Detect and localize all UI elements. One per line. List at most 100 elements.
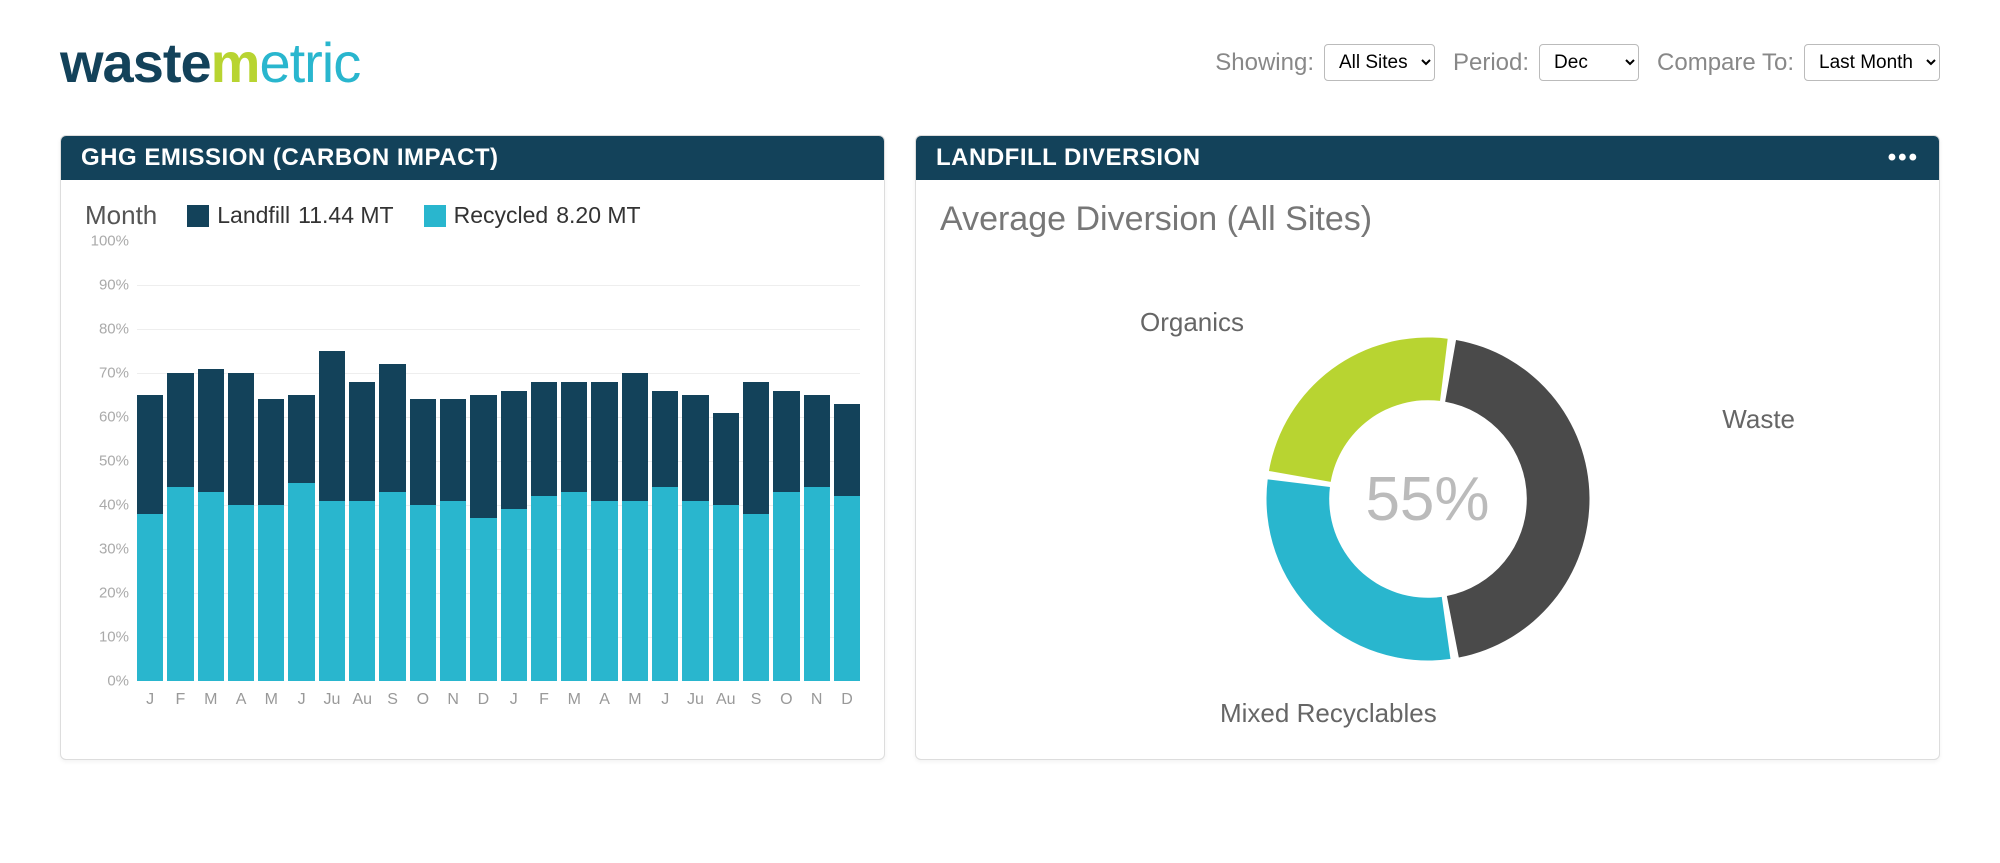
panel-diversion-body: Average Diversion (All Sites) 55% Organi… (916, 180, 1939, 759)
panel-ghg-body: Month Landfill 11.44 MT Recycled 8.20 MT… (61, 180, 884, 741)
diversion-subtitle: Average Diversion (All Sites) (940, 200, 1915, 239)
bar[interactable] (410, 399, 436, 681)
logo-part1: waste (60, 31, 211, 94)
ghg-chart-top: Month Landfill 11.44 MT Recycled 8.20 MT (85, 200, 860, 231)
filter-period-label: Period: (1453, 49, 1529, 77)
filter-showing-label: Showing: (1215, 49, 1314, 77)
filter-period-select[interactable]: Dec (1539, 44, 1639, 81)
logo-part2: m (211, 31, 260, 94)
y-tick: 30% (99, 541, 129, 558)
x-tick: O (410, 685, 436, 721)
x-tick: D (470, 685, 496, 721)
bar[interactable] (804, 395, 830, 681)
bar[interactable] (682, 395, 708, 681)
legend-recycled-value: 8.20 MT (556, 202, 640, 229)
legend-landfill-label: Landfill (217, 202, 290, 229)
logo-part3: etric (259, 31, 360, 94)
bar[interactable] (622, 373, 648, 681)
panel-diversion-title: LANDFILL DIVERSION (936, 144, 1201, 172)
filter-showing-select[interactable]: All Sites (1324, 44, 1435, 81)
bar[interactable] (591, 382, 617, 681)
x-tick: M (258, 685, 284, 721)
donut-label-waste: Waste (1722, 404, 1795, 435)
y-tick: 70% (99, 365, 129, 382)
y-tick: 100% (91, 233, 129, 250)
ghg-y-axis: 0%10%20%30%40%50%60%70%80%90%100% (85, 241, 135, 681)
x-tick: S (743, 685, 769, 721)
bar[interactable] (258, 399, 284, 681)
panels-row: GHG EMISSION (CARBON IMPACT) Month Landf… (60, 135, 1940, 760)
panel-menu-icon[interactable]: ••• (1888, 144, 1919, 172)
donut-slice-organics[interactable] (1268, 338, 1447, 482)
filter-showing: Showing: All Sites (1215, 44, 1435, 81)
bar[interactable] (137, 395, 163, 681)
x-tick: N (440, 685, 466, 721)
x-tick: A (591, 685, 617, 721)
legend-recycled-label: Recycled (454, 202, 549, 229)
donut-center-value: 55% (1365, 464, 1489, 535)
bar[interactable] (319, 351, 345, 681)
y-tick: 20% (99, 585, 129, 602)
y-tick: 60% (99, 409, 129, 426)
legend-landfill: Landfill 11.44 MT (187, 202, 393, 229)
ghg-x-axis: JFMAMJJuAuSONDJFMAMJJuAuSOND (137, 685, 860, 721)
filter-compare: Compare To: Last Month (1657, 44, 1940, 81)
x-tick: J (288, 685, 314, 721)
panel-diversion-header: LANDFILL DIVERSION ••• (916, 136, 1939, 180)
x-tick: Au (713, 685, 739, 721)
legend-recycled: Recycled 8.20 MT (424, 202, 641, 229)
x-tick: Ju (319, 685, 345, 721)
header: wastemetric Showing: All Sites Period: D… (60, 30, 1940, 95)
y-tick: 80% (99, 321, 129, 338)
x-tick: S (379, 685, 405, 721)
x-tick: O (773, 685, 799, 721)
bar[interactable] (198, 369, 224, 681)
x-tick: D (834, 685, 860, 721)
ghg-subtitle: Month (85, 200, 157, 231)
panel-ghg: GHG EMISSION (CARBON IMPACT) Month Landf… (60, 135, 885, 760)
bar[interactable] (470, 395, 496, 681)
x-tick: N (804, 685, 830, 721)
filter-bar: Showing: All Sites Period: Dec Compare T… (1215, 44, 1940, 81)
bar[interactable] (531, 382, 557, 681)
legend-landfill-swatch (187, 205, 209, 227)
logo: wastemetric (60, 30, 360, 95)
x-tick: J (137, 685, 163, 721)
x-tick: M (561, 685, 587, 721)
bar[interactable] (349, 382, 375, 681)
x-tick: F (531, 685, 557, 721)
ghg-plot (137, 241, 860, 681)
bar[interactable] (561, 382, 587, 681)
x-tick: A (228, 685, 254, 721)
bar[interactable] (834, 404, 860, 681)
panel-ghg-header: GHG EMISSION (CARBON IMPACT) (61, 136, 884, 180)
donut-label-organics: Organics (1140, 307, 1244, 338)
donut-wrap: 55% Organics Waste Mixed Recyclables (940, 259, 1915, 739)
x-tick: F (167, 685, 193, 721)
panel-diversion: LANDFILL DIVERSION ••• Average Diversion… (915, 135, 1940, 760)
bar[interactable] (288, 395, 314, 681)
panel-ghg-title: GHG EMISSION (CARBON IMPACT) (81, 144, 499, 172)
legend-recycled-swatch (424, 205, 446, 227)
bar[interactable] (167, 373, 193, 681)
bar[interactable] (743, 382, 769, 681)
donut-label-mixed: Mixed Recyclables (1220, 698, 1437, 729)
bar[interactable] (228, 373, 254, 681)
bar[interactable] (440, 399, 466, 681)
x-tick: M (622, 685, 648, 721)
y-tick: 0% (107, 673, 129, 690)
filter-compare-label: Compare To: (1657, 49, 1794, 77)
bar[interactable] (652, 391, 678, 681)
filter-compare-select[interactable]: Last Month (1804, 44, 1940, 81)
bar[interactable] (713, 413, 739, 681)
y-tick: 50% (99, 453, 129, 470)
bar[interactable] (501, 391, 527, 681)
x-tick: J (652, 685, 678, 721)
x-tick: M (198, 685, 224, 721)
x-tick: J (501, 685, 527, 721)
ghg-bar-chart: 0%10%20%30%40%50%60%70%80%90%100% JFMAMJ… (85, 241, 860, 721)
bar[interactable] (379, 364, 405, 681)
bar[interactable] (773, 391, 799, 681)
y-tick: 10% (99, 629, 129, 646)
x-tick: Au (349, 685, 375, 721)
